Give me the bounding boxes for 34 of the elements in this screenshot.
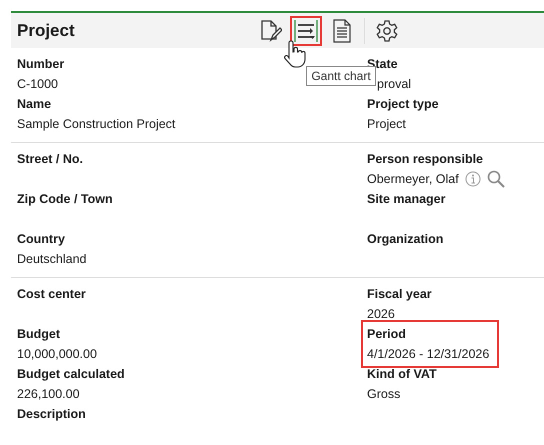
- field-label: Country: [17, 231, 65, 248]
- field-label: Number: [17, 56, 64, 73]
- field-label: Fiscal year: [367, 286, 432, 303]
- field-value: 2026: [367, 306, 395, 323]
- field-label: Name: [17, 96, 52, 113]
- settings-icon: [375, 18, 399, 42]
- field-label: Budget calculated: [17, 366, 125, 383]
- field-value: 10,000,000.00: [17, 346, 97, 363]
- search-icon[interactable]: [486, 170, 505, 188]
- field-label: Cost center: [17, 286, 86, 303]
- field-value: Obermeyer, Olaf: [367, 171, 459, 188]
- field-value: Project: [367, 116, 406, 133]
- field-label: Zip Code / Town: [17, 191, 113, 208]
- field-label: Street / No.: [17, 151, 83, 168]
- toolbar-button[interactable]: [290, 16, 322, 46]
- field-label: Period: [367, 326, 406, 343]
- field-value: 4/1/2026 - 12/31/2026: [367, 346, 490, 363]
- field-label: Organization: [367, 231, 444, 248]
- tooltip: Gantt chart: [306, 66, 376, 86]
- document-icon: [332, 18, 352, 42]
- field-label: Person responsible: [367, 151, 484, 168]
- field-label: Project type: [367, 96, 439, 113]
- field-label: Site manager: [367, 191, 446, 208]
- field-label: Kind of VAT: [367, 366, 437, 383]
- page-title: Project: [17, 20, 76, 40]
- field-value: 226,100.00: [17, 386, 80, 403]
- field-value: C-1000: [17, 76, 58, 93]
- field-label: Budget: [17, 326, 60, 343]
- info-icon[interactable]: [464, 171, 481, 187]
- field-label: Description: [17, 406, 86, 423]
- gantt-icon: [293, 18, 319, 42]
- field-value: Deutschland: [17, 251, 86, 268]
- field-value: Gross: [367, 386, 400, 403]
- field-value: Sample Construction Project: [17, 116, 176, 133]
